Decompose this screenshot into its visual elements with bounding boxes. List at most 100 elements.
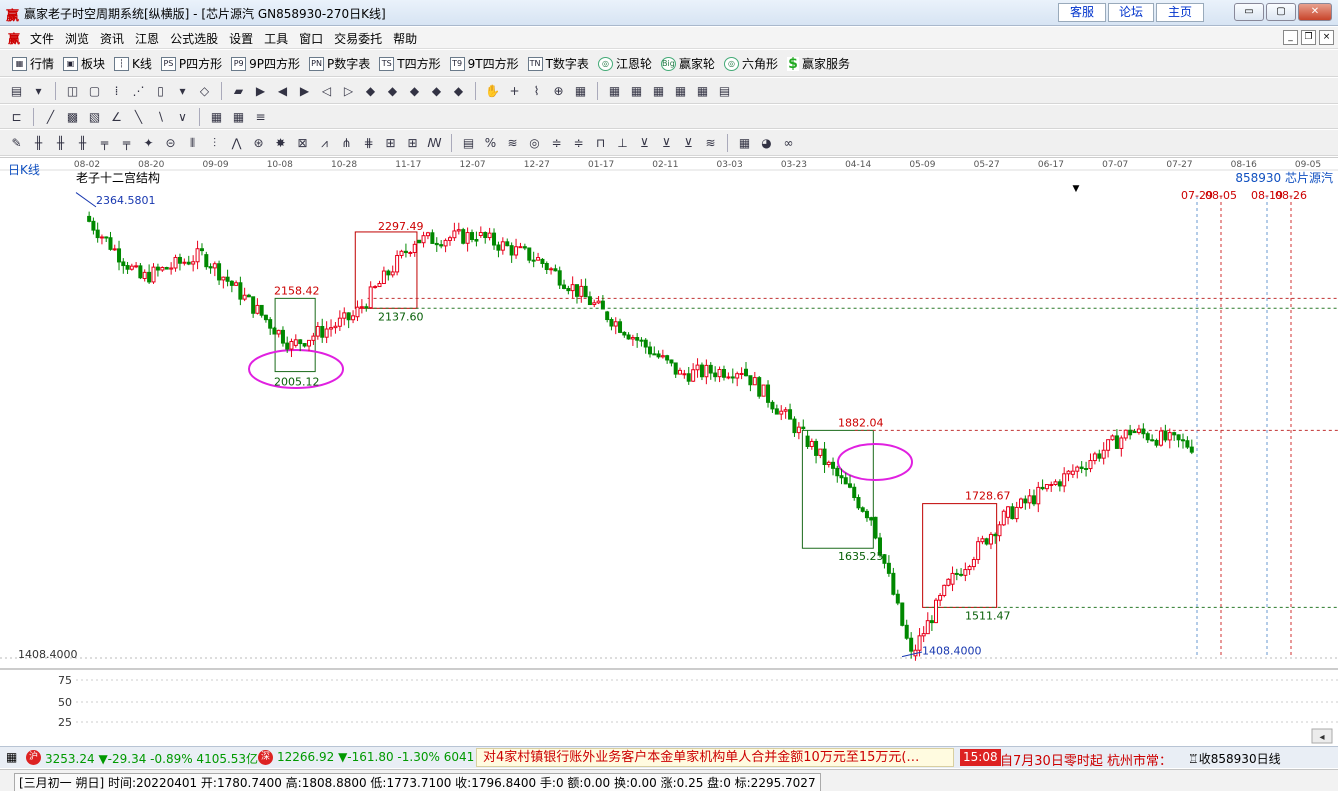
row2-tool-18-icon[interactable]: ◆ <box>428 83 445 100</box>
row4-tool-27-icon[interactable]: ⊥ <box>614 135 631 152</box>
row4-tool-4-icon[interactable]: ╤ <box>96 135 113 152</box>
menu-item-9[interactable]: 帮助 <box>393 30 417 47</box>
row2-tool-4-icon[interactable]: ⁞ <box>108 83 125 100</box>
chart-pane[interactable]: 08-02 08-20 09-09 10-08 10-28 11-17 12-07 12-27… <box>0 157 1338 744</box>
row2-tool-23-icon[interactable]: ⊕ <box>550 83 567 100</box>
row4-tool-10-icon[interactable]: ⋀ <box>228 135 245 152</box>
row2-tool-5-icon[interactable]: ⋰ <box>130 83 147 100</box>
row2-tool-14-icon[interactable]: ▷ <box>340 83 357 100</box>
close-button[interactable]: ✕ <box>1298 3 1332 21</box>
row3-tool-5-icon[interactable]: ╲ <box>130 109 147 126</box>
menu-item-6[interactable]: 工具 <box>264 30 288 47</box>
minimize-button[interactable]: ▭ <box>1234 3 1264 21</box>
menu-item-0[interactable]: 文件 <box>30 30 54 47</box>
row2-tool-29-icon[interactable]: ▦ <box>694 83 711 100</box>
row2-tool-9-icon[interactable]: ▰ <box>230 83 247 100</box>
menu-item-5[interactable]: 设置 <box>229 30 253 47</box>
menu-item-2[interactable]: 资讯 <box>100 30 124 47</box>
mdi-minimize-button[interactable]: _ <box>1283 30 1298 45</box>
row3-tool-8-icon[interactable]: ▦ <box>208 109 225 126</box>
row4-tool-19-icon[interactable]: ꟿ <box>426 135 443 152</box>
row3-tool-2-icon[interactable]: ▩ <box>64 109 81 126</box>
row4-tool-15-icon[interactable]: ⋔ <box>338 135 355 152</box>
row4-tool-30-icon[interactable]: ⊻ <box>680 135 697 152</box>
row2-tool-11-icon[interactable]: ◀ <box>274 83 291 100</box>
nav-item-2[interactable]: ┆ K线 <box>114 55 152 72</box>
row2-tool-27-icon[interactable]: ▦ <box>650 83 667 100</box>
row2-tool-0-icon[interactable]: ▤ <box>8 83 25 100</box>
index-table-icon[interactable]: ▦ <box>6 750 17 764</box>
row2-tool-16-icon[interactable]: ◆ <box>384 83 401 100</box>
row4-tool-31-icon[interactable]: ≋ <box>702 135 719 152</box>
row4-tool-24-icon[interactable]: ≑ <box>548 135 565 152</box>
row3-tool-10-icon[interactable]: ≡ <box>252 109 269 126</box>
shenzhen-index[interactable]: 12266.92 ▼-161.80 -1.30% 6041.8 <box>277 750 474 764</box>
row2-tool-22-icon[interactable]: ⌇ <box>528 83 545 100</box>
nav-item-10[interactable]: Big 赢家轮 <box>660 55 715 72</box>
favorite-item[interactable]: ♖收858930日线 <box>1188 750 1281 767</box>
row2-tool-13-icon[interactable]: ◁ <box>318 83 335 100</box>
row4-tool-29-icon[interactable]: ⊻ <box>658 135 675 152</box>
news-ticker[interactable]: 对4家村镇银行账外业务客户本金单家机构单人合并金额10万元至15万元(… <box>476 748 954 767</box>
row2-tool-15-icon[interactable]: ◆ <box>362 83 379 100</box>
row2-tool-10-icon[interactable]: ▶ <box>252 83 269 100</box>
row4-tool-16-icon[interactable]: ⋕ <box>360 135 377 152</box>
nav-item-12[interactable]: $ 赢家服务 <box>786 55 850 72</box>
link-home[interactable]: 主页 <box>1156 3 1204 22</box>
dropdown-arrow-icon[interactable]: ▼ <box>1073 184 1080 194</box>
row4-tool-2-icon[interactable]: ╫ <box>52 135 69 152</box>
link-forum[interactable]: 论坛 <box>1108 3 1154 22</box>
mdi-close-button[interactable]: × <box>1319 30 1334 45</box>
nav-item-11[interactable]: ◎ 六角形 <box>723 55 778 72</box>
row4-tool-5-icon[interactable]: ╤ <box>118 135 135 152</box>
menu-item-4[interactable]: 公式选股 <box>170 30 218 47</box>
row4-tool-12-icon[interactable]: ✸ <box>272 135 289 152</box>
row4-tool-11-icon[interactable]: ⊛ <box>250 135 267 152</box>
nav-item-4[interactable]: P9 9P四方形 <box>231 55 300 72</box>
row2-tool-30-icon[interactable]: ▤ <box>716 83 733 100</box>
row4-tool-17-icon[interactable]: ⊞ <box>382 135 399 152</box>
row4-tool-28-icon[interactable]: ⊻ <box>636 135 653 152</box>
row4-tool-22-icon[interactable]: ≋ <box>504 135 521 152</box>
row2-tool-25-icon[interactable]: ▦ <box>606 83 623 100</box>
nav-item-1[interactable]: ▣ 板块 <box>63 55 105 72</box>
row4-tool-13-icon[interactable]: ⊠ <box>294 135 311 152</box>
row2-tool-1-icon[interactable]: ▾ <box>30 83 47 100</box>
row2-tool-8-icon[interactable]: ◇ <box>196 83 213 100</box>
menu-item-3[interactable]: 江恩 <box>135 30 159 47</box>
menu-item-1[interactable]: 浏览 <box>65 30 89 47</box>
row4-tool-18-icon[interactable]: ⊞ <box>404 135 421 152</box>
row4-tool-26-icon[interactable]: ⊓ <box>592 135 609 152</box>
row3-tool-3-icon[interactable]: ▧ <box>86 109 103 126</box>
row3-tool-6-icon[interactable]: ∖ <box>152 109 169 126</box>
row2-tool-17-icon[interactable]: ◆ <box>406 83 423 100</box>
row2-tool-19-icon[interactable]: ◆ <box>450 83 467 100</box>
maximize-button[interactable]: ▢ <box>1266 3 1296 21</box>
row2-tool-2-icon[interactable]: ◫ <box>64 83 81 100</box>
row2-tool-7-icon[interactable]: ▾ <box>174 83 191 100</box>
row3-tool-1-icon[interactable]: ╱ <box>42 109 59 126</box>
row3-tool-4-icon[interactable]: ∠ <box>108 109 125 126</box>
row4-tool-33-icon[interactable]: ◕ <box>758 135 775 152</box>
nav-item-0[interactable]: ▦ 行情 <box>12 55 54 72</box>
row4-tool-9-icon[interactable]: ⫶ <box>206 135 223 152</box>
row4-tool-21-icon[interactable]: % <box>482 135 499 152</box>
row2-tool-20-icon[interactable]: ✋ <box>484 83 501 100</box>
row4-tool-3-icon[interactable]: ╫ <box>74 135 91 152</box>
row4-tool-0-icon[interactable]: ✎ <box>8 135 25 152</box>
row2-tool-12-icon[interactable]: ▶ <box>296 83 313 100</box>
row2-tool-26-icon[interactable]: ▦ <box>628 83 645 100</box>
row3-tool-9-icon[interactable]: ▦ <box>230 109 247 126</box>
row4-tool-23-icon[interactable]: ◎ <box>526 135 543 152</box>
row2-tool-21-icon[interactable]: + <box>506 83 523 100</box>
row4-tool-7-icon[interactable]: ⊝ <box>162 135 179 152</box>
row2-tool-3-icon[interactable]: ▢ <box>86 83 103 100</box>
nav-item-3[interactable]: PS P四方形 <box>160 55 222 72</box>
menu-item-7[interactable]: 窗口 <box>299 30 323 47</box>
row3-tool-0-icon[interactable]: ⊏ <box>8 109 25 126</box>
nav-item-8[interactable]: TN T数字表 <box>527 55 589 72</box>
nav-item-9[interactable]: ◎ 江恩轮 <box>597 55 652 72</box>
row2-tool-24-icon[interactable]: ▦ <box>572 83 589 100</box>
row4-tool-20-icon[interactable]: ▤ <box>460 135 477 152</box>
row3-tool-7-icon[interactable]: ∨ <box>174 109 191 126</box>
